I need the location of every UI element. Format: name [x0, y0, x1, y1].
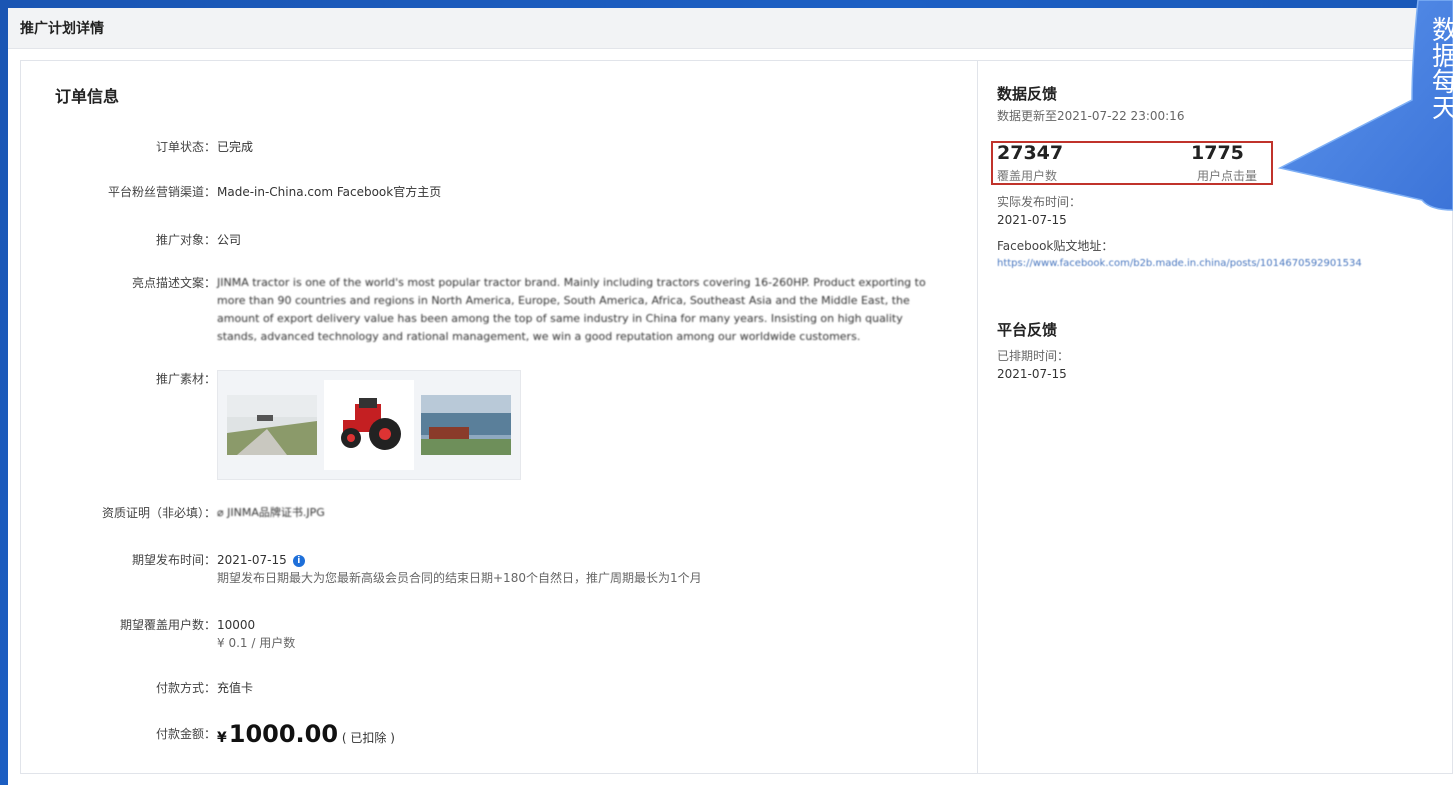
stats-highlight-box: 27347 覆盖用户数 1775 用户点击量: [991, 141, 1273, 185]
post-url-label: Facebook贴文地址：: [997, 239, 1114, 253]
order-status-label: 订单状态：: [155, 140, 216, 154]
description-text: JINMA tractor is one of the world's most…: [217, 276, 926, 343]
expected-users-value: 10000: [217, 618, 256, 632]
payment-method-label: 付款方式：: [155, 681, 216, 695]
detail-body: 订单信息 订单状态： 已完成 平台粉丝营销渠道： Made-in-China.c…: [20, 60, 1453, 774]
material-image-2[interactable]: [323, 380, 414, 470]
material-gallery: [217, 370, 937, 480]
reach-value: 27347: [997, 142, 1064, 164]
order-info-section: 订单信息 订单状态： 已完成 平台粉丝营销渠道： Made-in-China.c…: [21, 61, 978, 773]
feedback-section: 数据反馈 数据更新至2021-07-22 23:00:16 27347 覆盖用户…: [978, 61, 1452, 773]
order-info-title: 订单信息: [55, 87, 120, 106]
material-image-3[interactable]: [420, 380, 511, 470]
expected-date-label: 期望发布时间：: [131, 553, 216, 567]
callout-line-1: 数: [1432, 16, 1453, 46]
description-label: 亮点描述文案：: [131, 276, 216, 290]
material-label: 推广素材：: [155, 372, 216, 386]
expected-users-block: 10000 ¥ 0.1 / 用户数: [217, 616, 937, 652]
reach-label: 覆盖用户数: [997, 169, 1058, 183]
plan-detail-panel: 推广计划详情 订单信息 订单状态： 已完成 平台粉丝营销渠道： Made-in-…: [8, 8, 1453, 785]
target-label: 推广对象：: [155, 233, 216, 247]
callout-line-5: 天: [1432, 94, 1453, 124]
certificate-file[interactable]: ⌀ JINMA品牌证书.JPG: [217, 504, 937, 522]
payment-amount-label: 付款金额：: [155, 727, 216, 741]
unit-price-note: ¥ 0.1 / 用户数: [217, 636, 296, 650]
channel-label: 平台粉丝营销渠道：: [107, 185, 216, 199]
expected-date-block: 2021-07-15 i 期望发布日期最大为您最新高级会员合同的结束日期+180个…: [217, 551, 937, 587]
payment-amount-block: ¥1000.00 ( 已扣除 ): [217, 719, 937, 753]
info-icon[interactable]: i: [292, 554, 305, 567]
expected-users-label: 期望覆盖用户数：: [119, 618, 216, 632]
certificate-filename: JINMA品牌证书.JPG: [227, 506, 325, 519]
page-title: 推广计划详情: [8, 8, 1453, 49]
currency-symbol: ¥: [217, 730, 227, 746]
callout-line-2: 据: [1432, 42, 1453, 72]
expected-date-note: 期望发布日期最大为您最新高级会员合同的结束日期+180个自然日，推广周期最长为1…: [217, 571, 702, 585]
material-image-1[interactable]: [227, 380, 318, 470]
scheduled-time-value: 2021-07-15: [997, 367, 1067, 381]
certificate-label: 资质证明（非必填）：: [101, 506, 216, 520]
target-value: 公司: [217, 233, 242, 247]
data-updated-time: 数据更新至2021-07-22 23:00:16: [997, 109, 1185, 123]
publish-time-value: 2021-07-15: [997, 213, 1067, 227]
post-url-link[interactable]: https://www.facebook.com/b2b.made.in.chi…: [997, 258, 1362, 269]
platform-feedback-title: 平台反馈: [997, 321, 1058, 339]
data-feedback-title: 数据反馈: [997, 85, 1058, 103]
callout-text: 数 据 每 天: [1432, 18, 1453, 122]
publish-time-label: 实际发布时间：: [997, 195, 1082, 209]
expected-date-value: 2021-07-15: [217, 553, 287, 567]
attachment-icon: ⌀: [217, 506, 228, 519]
payment-amount-value: 1000.00: [228, 720, 339, 748]
order-status-value: 已完成: [217, 140, 254, 154]
clicks-value: 1775: [1191, 142, 1244, 164]
clicks-label: 用户点击量: [1197, 169, 1258, 183]
payment-method-value: 充值卡: [217, 681, 254, 695]
scheduled-time-label: 已排期时间：: [997, 349, 1070, 363]
payment-deducted-note: ( 已扣除 ): [341, 731, 395, 745]
channel-value: Made-in-China.com Facebook官方主页: [217, 185, 442, 199]
callout-line-4: 每: [1432, 68, 1453, 98]
